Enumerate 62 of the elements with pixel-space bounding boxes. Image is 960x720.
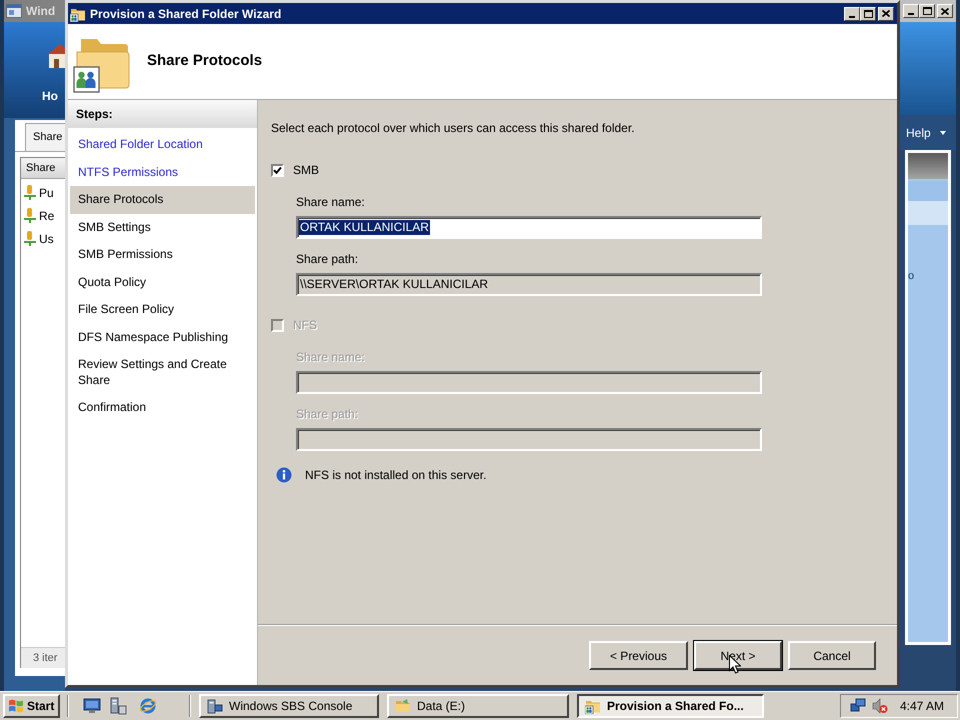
minimize-button[interactable] [903,4,919,18]
taskbar-button[interactable]: Provision a Shared Fo... [577,694,764,718]
panel-text: o [908,269,916,283]
server-icon [207,698,223,714]
instruction-text: Select each protocol over which users can access this shared folder. [271,120,636,136]
info-icon [276,467,292,483]
maximize-button[interactable] [860,6,876,20]
share-name: Re [39,208,54,224]
wizard-button[interactable]: Cancel [788,641,876,670]
server-icon[interactable] [109,697,127,715]
field-label: Share path: [296,406,360,422]
shared-folder-icon [24,208,36,223]
minimize-icon [849,16,855,18]
close-icon [882,10,890,17]
caret-icon [940,130,946,134]
protocol-label: SMB [293,162,320,178]
info-text: NFS is not installed on this server. [305,467,486,483]
home-link[interactable]: Ho [42,89,58,103]
start-button[interactable]: Start [3,694,60,718]
field-label: Share path: [296,251,360,267]
minimize-icon [908,13,914,15]
close-button[interactable] [878,6,894,20]
page-title: Share Protocols [147,51,262,72]
globe-icon[interactable] [139,697,157,715]
protocol-label: NFS [293,317,317,333]
close-button[interactable] [937,4,953,18]
folder-icon [395,698,411,714]
window-title: Wind [26,3,56,20]
close-icon [941,8,949,14]
shared-folder-icon [24,185,36,200]
window-title: Provision a Shared Folder Wizard [90,6,282,22]
house-icon [48,42,65,70]
taskbar-button[interactable]: Data (E:) [387,694,569,718]
column-header[interactable]: Share [21,158,65,179]
share-name: Us [39,230,54,248]
shared-folder-icon [585,698,601,714]
panel-header [908,153,948,179]
wizard-button[interactable]: < Previous [588,641,688,670]
step-item: Share Protocols [70,186,255,214]
network-icon[interactable] [850,698,866,714]
field-label: Share name: [296,349,366,365]
help-menu[interactable]: Help [906,126,946,140]
tab[interactable]: Share [25,123,65,151]
checkmark-icon [273,166,282,174]
field-label: Share name: [296,194,366,210]
share-name: Pu [39,184,54,202]
status-bar: 3 iter [21,647,65,668]
shared-folder-icon [24,231,36,246]
checkbox[interactable] [271,164,284,176]
clock: 4:47 AM [900,698,944,715]
desktop-icon[interactable] [83,698,101,714]
minimize-button[interactable] [844,6,860,20]
taskbar-button[interactable]: Windows SBS Console [199,694,379,718]
flag-icon [8,699,24,713]
maximize-icon [922,7,932,15]
share-name-field[interactable]: ORTAK KULLANICILAR [296,216,762,239]
steps-header: Steps: [68,100,257,128]
muted-speaker-icon[interactable] [872,698,888,714]
maximize-button[interactable] [919,4,935,18]
share-path-field[interactable]: \\SERVER\ORTAK KULLANICILAR [296,273,762,296]
maximize-icon [864,10,872,18]
app-icon [6,4,22,18]
